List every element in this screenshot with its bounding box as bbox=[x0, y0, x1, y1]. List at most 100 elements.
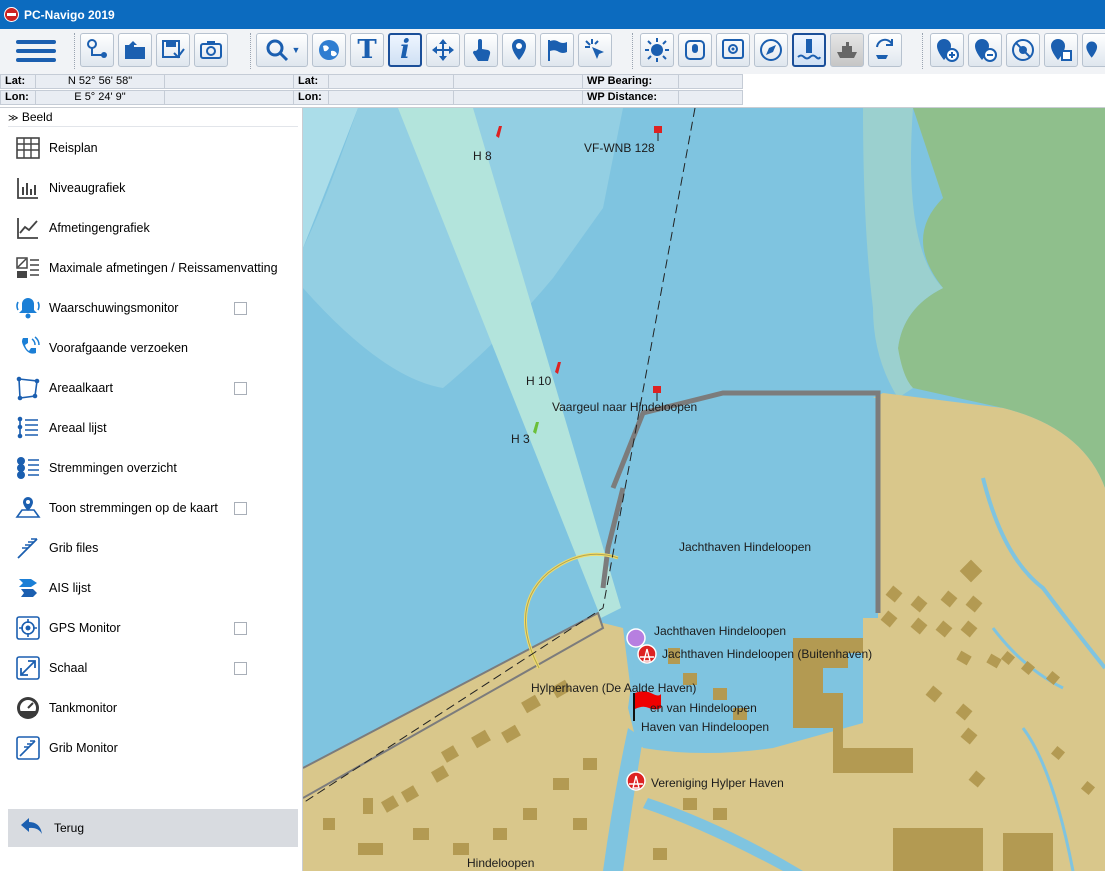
scale-icon bbox=[14, 654, 42, 682]
sidebar-item-voorafgaande-verzoeken[interactable]: Voorafgaande verzoeken bbox=[14, 330, 298, 366]
info-button[interactable]: i bbox=[388, 33, 422, 67]
text-button[interactable]: T bbox=[350, 33, 384, 67]
touch-button[interactable] bbox=[464, 33, 498, 67]
select-button[interactable] bbox=[578, 33, 612, 67]
toolbar-separator bbox=[632, 33, 635, 69]
day-night-button[interactable] bbox=[640, 33, 674, 67]
lat-label: Lat: bbox=[0, 74, 36, 89]
center-icon bbox=[722, 39, 744, 59]
info-icon: i bbox=[400, 35, 410, 65]
hand-icon bbox=[472, 39, 491, 61]
compass-icon bbox=[760, 39, 782, 61]
ship-button[interactable] bbox=[830, 33, 864, 67]
add-waypoint-button[interactable] bbox=[930, 33, 964, 67]
toon-stremmingen-checkbox[interactable] bbox=[234, 502, 247, 515]
pan-button[interactable] bbox=[426, 33, 460, 67]
sidebar-item-reisplan[interactable]: Reisplan bbox=[14, 130, 298, 166]
gps-monitor-checkbox[interactable] bbox=[234, 622, 247, 635]
lon2-extra-field bbox=[453, 90, 583, 105]
menu-button[interactable] bbox=[4, 33, 68, 69]
wp-distance-value bbox=[678, 90, 743, 105]
wind-icon bbox=[14, 534, 42, 562]
sidebar-item-stremmingen-overzicht[interactable]: Stremmingen overzicht bbox=[14, 450, 298, 486]
route-transfer-button[interactable] bbox=[868, 33, 902, 67]
area-map-icon bbox=[14, 374, 42, 402]
phone-icon bbox=[14, 334, 42, 362]
globe-button[interactable] bbox=[312, 33, 346, 67]
chevron-down-icon: ▼ bbox=[291, 45, 301, 55]
toolbar: ▼ T i bbox=[0, 29, 1105, 75]
sidebar-item-label: Niveaugrafiek bbox=[49, 181, 126, 195]
lon-label: Lon: bbox=[0, 90, 36, 105]
sidebar-item-label: Waarschuwingsmonitor bbox=[49, 301, 179, 315]
remove-waypoint-button[interactable] bbox=[968, 33, 1002, 67]
lon-extra-field bbox=[164, 90, 294, 105]
block-waypoint-button[interactable] bbox=[1006, 33, 1040, 67]
sidebar-item-afmetingengrafiek[interactable]: Afmetingengrafiek bbox=[14, 210, 298, 246]
center-button[interactable] bbox=[716, 33, 750, 67]
flag-button[interactable] bbox=[540, 33, 574, 67]
sidebar-item-tankmonitor[interactable]: Tankmonitor bbox=[14, 690, 298, 726]
sidebar-item-toon-stremmingen[interactable]: Toon stremmingen op de kaart bbox=[14, 490, 298, 526]
sidebar-item-label: Reisplan bbox=[49, 141, 98, 155]
map-label-buitenhaven: Jachthaven Hindeloopen (Buitenhaven) bbox=[662, 647, 873, 661]
lon2-value bbox=[328, 90, 454, 105]
sidebar-item-waarschuwingsmonitor[interactable]: Waarschuwingsmonitor bbox=[14, 290, 298, 326]
sidebar-item-label: Stremmingen overzicht bbox=[49, 461, 177, 475]
wp-distance-label: WP Distance: bbox=[582, 90, 679, 105]
wp-bearing-label: WP Bearing: bbox=[582, 74, 679, 89]
grib-monitor-icon bbox=[14, 734, 42, 762]
map-label-town: Hindeloopen bbox=[467, 856, 535, 870]
marker-button[interactable] bbox=[502, 33, 536, 67]
route-button[interactable] bbox=[80, 33, 114, 67]
save-waypoint-button[interactable] bbox=[1044, 33, 1078, 67]
waypoint-info-button[interactable] bbox=[1082, 33, 1105, 67]
sidebar-item-gps-monitor[interactable]: GPS Monitor bbox=[14, 610, 298, 646]
sidebar-item-schaal[interactable]: Schaal bbox=[14, 650, 298, 686]
lat2-label: Lat: bbox=[293, 74, 329, 89]
map-label-h8: H 8 bbox=[473, 149, 492, 163]
location-pin-icon bbox=[512, 39, 526, 60]
waarschuwingsmonitor-checkbox[interactable] bbox=[234, 302, 247, 315]
lat2-extra-field bbox=[453, 74, 583, 89]
map-label-jachthaven-marker: Jachthaven Hindeloopen bbox=[654, 624, 787, 638]
mouse-button[interactable] bbox=[678, 33, 712, 67]
mouse-icon bbox=[685, 40, 705, 60]
sidebar-item-grib-monitor[interactable]: Grib Monitor bbox=[14, 730, 298, 766]
zoom-dropdown-button[interactable]: ▼ bbox=[256, 33, 308, 67]
sun-icon bbox=[645, 38, 669, 62]
sidebar-item-niveaugrafiek[interactable]: Niveaugrafiek bbox=[14, 170, 298, 206]
sidebar-item-grib-files[interactable]: Grib files bbox=[14, 530, 298, 566]
sidebar-item-label: AIS lijst bbox=[49, 581, 91, 595]
sidebar-item-maximale-afmetingen[interactable]: Maximale afmetingen / Reissamenvatting bbox=[14, 250, 298, 286]
lon2-label: Lon: bbox=[293, 90, 329, 105]
title-bar: PC-Navigo 2019 bbox=[0, 0, 1105, 29]
sidebar-item-areaal-lijst[interactable]: Areaal lijst bbox=[14, 410, 298, 446]
sidebar-header[interactable]: ≫ Beeld bbox=[8, 110, 53, 124]
sidebar-item-ais-lijst[interactable]: AIS lijst bbox=[14, 570, 298, 606]
save-route-button[interactable] bbox=[156, 33, 190, 67]
sidebar-header-label: Beeld bbox=[21, 110, 53, 124]
chart-map[interactable]: H 8 VF-WNB 128 H 10 Vaargeul naar Hindel… bbox=[303, 108, 1105, 871]
collapse-chevron-icon: ≫ bbox=[8, 113, 19, 124]
no-entry-icon bbox=[1012, 39, 1034, 61]
route-icon bbox=[87, 39, 107, 58]
lat2-value bbox=[328, 74, 454, 89]
ship-icon bbox=[837, 42, 857, 58]
schaal-checkbox[interactable] bbox=[234, 662, 247, 675]
back-button[interactable]: Terug bbox=[8, 809, 298, 847]
screenshot-button[interactable] bbox=[194, 33, 228, 67]
water-level-button[interactable] bbox=[792, 33, 826, 67]
map-label-hylperhaven: Hylperhaven (De Aalde Haven) bbox=[531, 681, 697, 695]
map-label-h3: H 3 bbox=[511, 432, 530, 446]
sidebar-item-areaalkaart[interactable]: Areaalkaart bbox=[14, 370, 298, 406]
back-button-label: Terug bbox=[54, 821, 85, 835]
folder-icon bbox=[125, 41, 145, 59]
map-label-vereniging: Vereniging Hylper Haven bbox=[651, 776, 784, 790]
compass-button[interactable] bbox=[754, 33, 788, 67]
open-folder-button[interactable] bbox=[118, 33, 152, 67]
areaalkaart-checkbox[interactable] bbox=[234, 382, 247, 395]
remove-pin-icon bbox=[975, 39, 997, 62]
sidebar-item-label: Tankmonitor bbox=[49, 701, 118, 715]
water-level-icon bbox=[797, 39, 821, 60]
